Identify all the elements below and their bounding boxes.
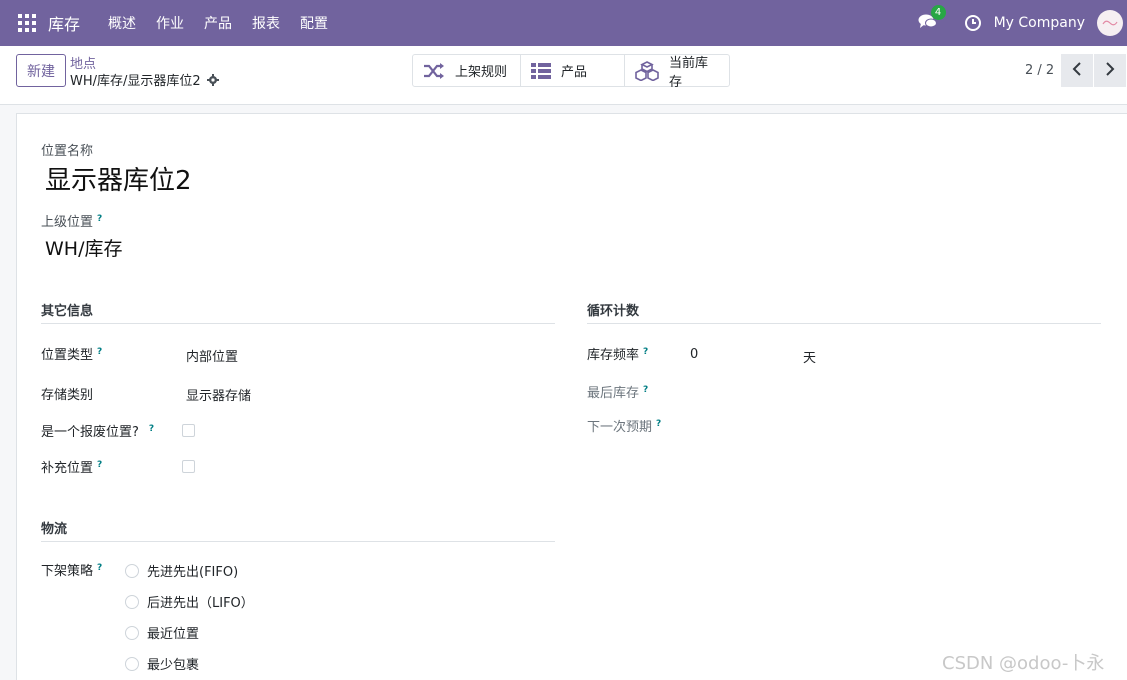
main-menu: 概述 作业 产品 报表 配置 <box>98 13 338 33</box>
putaway-rules-label: 上架规则 <box>455 65 508 80</box>
removal-option-least-packages[interactable]: 最少包裹 <box>125 654 199 673</box>
location-type-label-text: 位置类型 <box>41 348 94 363</box>
location-type-field[interactable]: 内部位置 <box>186 346 238 365</box>
menu-item-reporting[interactable]: 报表 <box>242 13 290 33</box>
help-icon[interactable]: ? <box>97 563 102 573</box>
top-navbar: 库存 概述 作业 产品 报表 配置 4 My Company <box>0 0 1127 46</box>
last-inventory-label-text: 最后库存 <box>587 386 640 401</box>
next-expected-label-text: 下一次预期 <box>587 420 653 435</box>
menu-item-configuration[interactable]: 配置 <box>290 13 338 33</box>
pager-buttons <box>1061 54 1126 87</box>
chevron-left-icon <box>1072 61 1082 80</box>
current-stock-button[interactable]: 当前库存 <box>625 55 729 90</box>
watermark: CSDN @odoo-卜永 <box>942 653 1105 674</box>
location-name-label: 位置名称 <box>41 144 94 159</box>
pager-value[interactable]: 2 / 2 <box>1025 63 1054 78</box>
removal-option-lifo[interactable]: 后进先出（LIFO） <box>125 592 254 611</box>
removal-strategy-label: 下架策略? <box>41 560 102 579</box>
storage-category-field[interactable]: 显示器存储 <box>186 385 251 404</box>
scrap-location-checkbox[interactable] <box>182 424 195 437</box>
removal-option-label: 最近位置 <box>147 627 200 642</box>
chat-count-badge: 4 <box>930 5 946 20</box>
chat-icon[interactable]: 4 <box>918 5 946 33</box>
products-button[interactable]: 产品 <box>521 55 625 86</box>
help-icon[interactable]: ? <box>97 347 102 357</box>
removal-option-label: 最少包裹 <box>147 658 200 673</box>
section-logistics: 物流 <box>41 518 555 542</box>
menu-item-overview[interactable]: 概述 <box>98 13 146 33</box>
next-expected-label: 下一次预期? <box>587 416 661 435</box>
company-switcher[interactable]: My Company <box>994 15 1085 31</box>
putaway-rules-button[interactable]: 上架规则 <box>413 55 521 86</box>
help-icon[interactable]: ? <box>643 347 648 357</box>
pager-next-button[interactable] <box>1094 54 1126 87</box>
products-label: 产品 <box>561 65 588 80</box>
shuffle-icon <box>423 62 445 79</box>
location-type-label: 位置类型? <box>41 344 102 363</box>
clock-icon[interactable] <box>964 14 982 32</box>
chevron-right-icon <box>1105 61 1115 80</box>
menu-item-operations[interactable]: 作业 <box>146 13 194 33</box>
cubes-icon <box>635 60 659 81</box>
help-icon[interactable]: ? <box>97 214 102 224</box>
removal-option-closest[interactable]: 最近位置 <box>125 623 199 642</box>
storage-category-label: 存储类别 <box>41 388 94 403</box>
replenish-location-checkbox[interactable] <box>182 460 195 473</box>
radio-button[interactable] <box>125 563 139 578</box>
new-button[interactable]: 新建 <box>16 54 66 87</box>
scrap-location-label: 是一个报废位置?? <box>41 421 154 440</box>
parent-location-label-text: 上级位置 <box>41 215 94 230</box>
app-brand[interactable]: 库存 <box>48 11 80 35</box>
removal-option-fifo[interactable]: 先进先出(FIFO) <box>125 561 238 580</box>
form-sheet: 位置名称 显示器库位2 上级位置? WH/库存 其它信息 位置类型? 内部位置 … <box>16 113 1127 680</box>
pager-previous-button[interactable] <box>1061 54 1093 87</box>
radio-button[interactable] <box>125 625 139 640</box>
current-stock-label: 当前库存 <box>669 55 709 90</box>
radio-button[interactable] <box>125 594 139 609</box>
breadcrumb-current: WH/库存/显示器库位2 <box>70 74 201 89</box>
radio-button[interactable] <box>125 656 139 671</box>
section-other-info: 其它信息 <box>41 300 555 324</box>
inventory-frequency-label-text: 库存频率 <box>587 348 640 363</box>
navbar-systray: 4 My Company <box>918 5 1127 36</box>
gear-icon[interactable] <box>206 73 219 86</box>
list-icon <box>531 62 551 79</box>
help-icon[interactable]: ? <box>97 460 102 470</box>
inventory-frequency-unit: 天 <box>803 351 817 366</box>
section-cycle-count: 循环计数 <box>587 300 1101 324</box>
parent-location-field[interactable]: WH/库存 <box>45 234 122 261</box>
breadcrumb: WH/库存/显示器库位2 <box>70 70 219 89</box>
removal-option-label: 先进先出(FIFO) <box>147 565 239 580</box>
apps-grid-icon[interactable] <box>18 14 36 32</box>
menu-item-products[interactable]: 产品 <box>194 13 242 33</box>
replenish-location-label-text: 补充位置 <box>41 461 94 476</box>
control-panel: 新建 地点 WH/库存/显示器库位2 上架规则 产品 当前库存 2 / 2 <box>0 46 1127 105</box>
removal-option-label: 后进先出（LIFO） <box>147 596 254 611</box>
user-avatar[interactable] <box>1097 10 1123 36</box>
scrap-location-label-text: 是一个报废位置? <box>41 425 139 440</box>
location-name-field[interactable]: 显示器库位2 <box>45 160 192 197</box>
smart-buttons: 上架规则 产品 当前库存 <box>412 54 730 90</box>
last-inventory-label: 最后库存? <box>587 382 648 401</box>
help-icon[interactable]: ? <box>149 424 154 434</box>
inventory-frequency-field[interactable]: 0 <box>690 347 698 362</box>
replenish-location-label: 补充位置? <box>41 457 102 476</box>
removal-strategy-label-text: 下架策略 <box>41 564 94 579</box>
help-icon[interactable]: ? <box>643 385 648 395</box>
parent-location-label: 上级位置? <box>41 211 102 230</box>
help-icon[interactable]: ? <box>656 419 661 429</box>
inventory-frequency-label: 库存频率? <box>587 344 648 363</box>
